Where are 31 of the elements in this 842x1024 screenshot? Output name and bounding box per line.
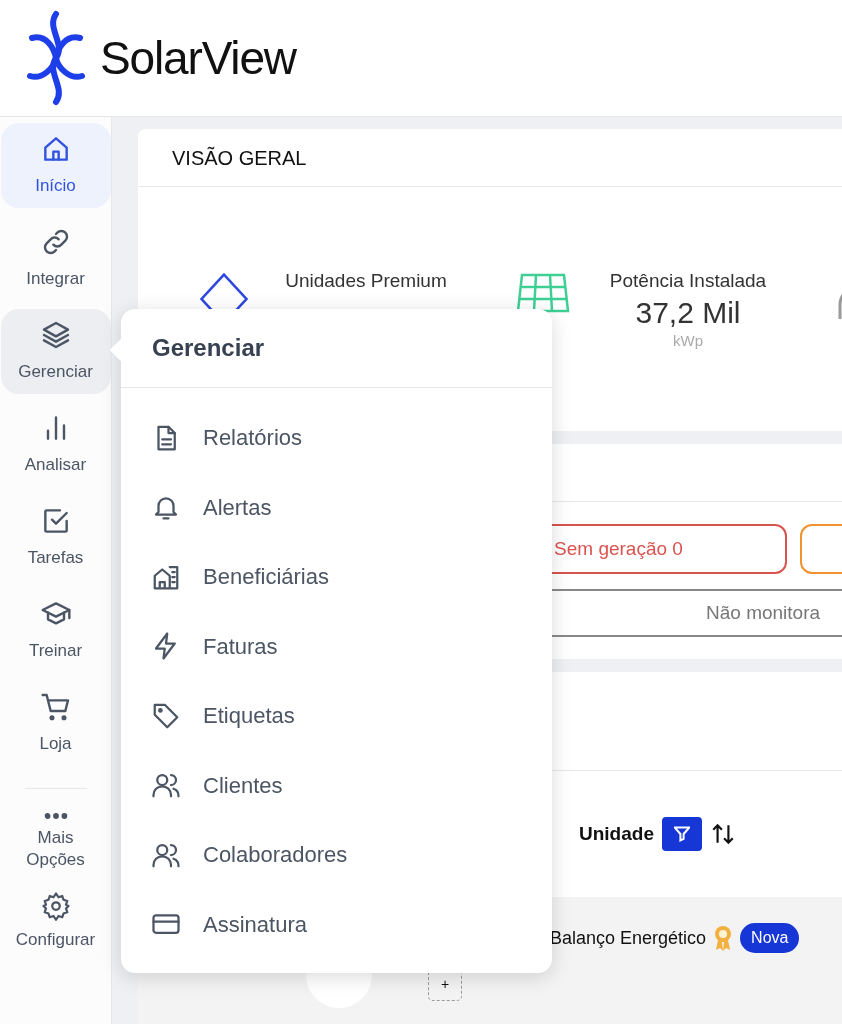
menu-item[interactable]: Relatórios — [121, 403, 552, 473]
menu-item[interactable]: Etiquetas — [121, 681, 552, 751]
sidebar-item[interactable]: Integrar — [0, 216, 111, 301]
stat-label: Potência Instalada — [609, 269, 767, 293]
sidebar-item[interactable]: Início — [0, 123, 111, 208]
stat-unit: kWp — [673, 330, 703, 351]
stat-label: Unidades Premium — [285, 269, 447, 293]
section-title: VISÃO GERAL — [172, 145, 307, 171]
menu-title: Gerenciar — [152, 333, 265, 363]
solar-panel-icon — [516, 273, 570, 313]
menu-item[interactable]: Clientes — [121, 750, 552, 820]
sidebar-item[interactable]: Gerenciar — [0, 309, 111, 394]
filter-button[interactable] — [661, 817, 702, 851]
menu-item[interactable]: Colaboradores — [121, 820, 552, 890]
brand-name: SolarView — [100, 30, 296, 86]
sidebar-item[interactable]: Mais Opções — [0, 803, 111, 881]
sidebar-item[interactable]: Configurar — [0, 881, 111, 961]
menu-item[interactable]: Assinatura — [121, 889, 552, 959]
filter-icon — [673, 826, 690, 842]
status-text: Não monitora — [706, 600, 821, 625]
sidebar-item[interactable]: Tarefas — [0, 495, 111, 580]
sidebar-item[interactable]: Loja — [0, 681, 111, 766]
sidebar-item[interactable]: Analisar — [0, 402, 111, 487]
sidebar-item[interactable]: Treinar — [0, 588, 111, 673]
column-header: Unidade — [579, 821, 654, 846]
unit-name: Balanço Energético — [550, 926, 707, 950]
logo-icon — [24, 8, 88, 108]
settings-icon — [40, 891, 71, 921]
new-badge: Nova — [740, 923, 800, 953]
menu-item[interactable]: Faturas — [121, 611, 552, 681]
stat-value: 37,2 Mil — [635, 295, 741, 330]
